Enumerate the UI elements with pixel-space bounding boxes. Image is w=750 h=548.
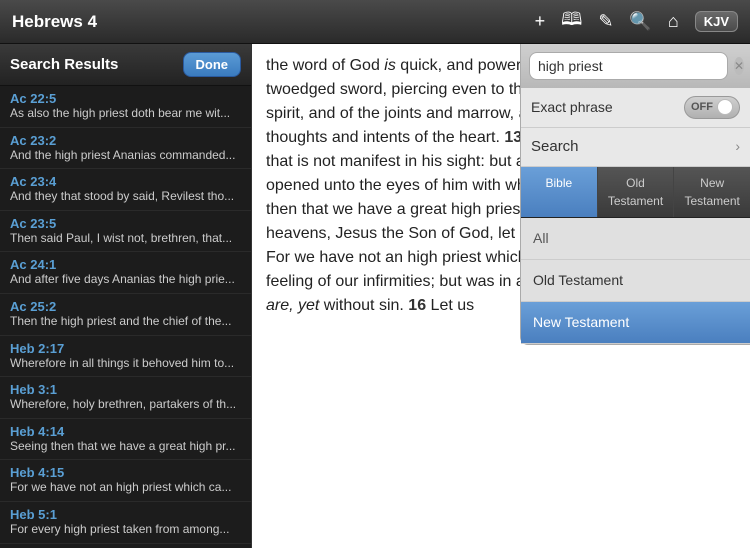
search-btn-row[interactable]: Search ›	[521, 128, 750, 168]
list-item-text: And after five days Ananias the high pri…	[10, 272, 241, 288]
list-item[interactable]: Ac 24:1And after five days Ananias the h…	[0, 252, 251, 294]
search-overlay: ✕ Exact phrase OFF Search › BibleOld Tes…	[520, 44, 750, 345]
list-item-ref: Ac 25:2	[10, 299, 241, 314]
toggle-thumb	[717, 99, 733, 115]
scope-tabs: BibleOld TestamentNew Testament	[521, 167, 750, 218]
list-item-ref: Ac 23:2	[10, 133, 241, 148]
list-item-ref: Heb 4:14	[10, 424, 241, 439]
page-title: Hebrews 4	[12, 12, 535, 32]
list-item[interactable]: Heb 5:5So also Christ glorified not hims…	[0, 544, 251, 548]
list-item-text: Then the high priest and the chief of th…	[10, 314, 241, 330]
search-label: Search	[531, 136, 579, 159]
list-item[interactable]: Heb 3:1Wherefore, holy brethren, partake…	[0, 377, 251, 419]
search-icon[interactable]: 🔍	[629, 11, 651, 32]
search-input[interactable]	[529, 52, 728, 80]
sidebar-header: Search Results Done	[0, 44, 251, 86]
done-button[interactable]: Done	[183, 52, 242, 77]
bookmark-icon[interactable]: 🕮	[561, 7, 582, 37]
scope-tab[interactable]: Old Testament	[598, 167, 675, 217]
list-item-text: And they that stood by said, Revilest th…	[10, 189, 241, 205]
list-item[interactable]: Heb 4:15For we have not an high priest w…	[0, 460, 251, 502]
chevron-right-icon: ›	[735, 136, 740, 157]
main-layout: Search Results Done Ac 22:5As also the h…	[0, 44, 750, 548]
list-item-ref: Heb 3:1	[10, 382, 241, 397]
list-item-ref: Heb 2:17	[10, 341, 241, 356]
search-input-row: ✕	[521, 44, 750, 88]
list-item[interactable]: Ac 25:2Then the high priest and the chie…	[0, 294, 251, 336]
list-item-ref: Ac 24:1	[10, 257, 241, 272]
scope-tab[interactable]: New Testament	[674, 167, 750, 217]
list-item-ref: Ac 23:5	[10, 216, 241, 231]
list-item[interactable]: Ac 23:5Then said Paul, I wist not, breth…	[0, 211, 251, 253]
main-content[interactable]: the word of God is quick, and powerful, …	[252, 44, 750, 548]
list-item-text: As also the high priest doth bear me wit…	[10, 106, 241, 122]
pencil-icon[interactable]: ✎	[598, 11, 613, 32]
list-item-text: And the high priest Ananias commanded...	[10, 148, 241, 164]
list-item[interactable]: Heb 2:17Wherefore in all things it behov…	[0, 336, 251, 378]
scope-tab[interactable]: Bible	[521, 167, 598, 217]
verse-16: 16	[408, 297, 426, 314]
home-icon[interactable]: ⌂	[668, 11, 679, 32]
list-item-ref: Ac 23:4	[10, 174, 241, 189]
list-item-text: Wherefore in all things it behoved him t…	[10, 356, 241, 372]
version-badge[interactable]: KJV	[695, 11, 738, 32]
search-clear-button[interactable]: ✕	[734, 57, 744, 75]
top-bar-icons: + 🕮 ✎ 🔍 ⌂ KJV	[535, 7, 738, 37]
list-item-text: Then said Paul, I wist not, brethren, th…	[10, 231, 241, 247]
list-item-text: Wherefore, holy brethren, partakers of t…	[10, 397, 241, 413]
scope-item[interactable]: New Testament	[521, 302, 750, 344]
list-item-ref: Ac 22:5	[10, 91, 241, 106]
add-icon[interactable]: +	[535, 11, 546, 32]
toggle-off-label: OFF	[691, 99, 713, 116]
scope-dropdown: AllOld TestamentNew Testament	[521, 218, 750, 344]
exact-phrase-toggle[interactable]: OFF	[684, 96, 740, 119]
scope-item[interactable]: All	[521, 218, 750, 260]
list-item-ref: Heb 4:15	[10, 465, 241, 480]
sidebar: Search Results Done Ac 22:5As also the h…	[0, 44, 252, 548]
exact-phrase-label: Exact phrase	[531, 97, 613, 118]
list-item-ref: Heb 5:1	[10, 507, 241, 522]
sidebar-title: Search Results	[10, 56, 118, 73]
italic-is: is	[384, 57, 396, 74]
list-item[interactable]: Ac 23:4And they that stood by said, Revi…	[0, 169, 251, 211]
list-item[interactable]: Heb 4:14Seeing then that we have a great…	[0, 419, 251, 461]
list-item[interactable]: Heb 5:1For every high priest taken from …	[0, 502, 251, 544]
sidebar-list: Ac 22:5As also the high priest doth bear…	[0, 86, 251, 548]
list-item[interactable]: Ac 22:5As also the high priest doth bear…	[0, 86, 251, 128]
list-item-text: Seeing then that we have a great high pr…	[10, 439, 241, 455]
list-item-text: For we have not an high priest which ca.…	[10, 480, 241, 496]
list-item[interactable]: Ac 23:2And the high priest Ananias comma…	[0, 128, 251, 170]
scope-item[interactable]: Old Testament	[521, 260, 750, 302]
list-item-text: For every high priest taken from among..…	[10, 522, 241, 538]
top-bar: Hebrews 4 + 🕮 ✎ 🔍 ⌂ KJV	[0, 0, 750, 44]
exact-phrase-row: Exact phrase OFF	[521, 88, 750, 128]
